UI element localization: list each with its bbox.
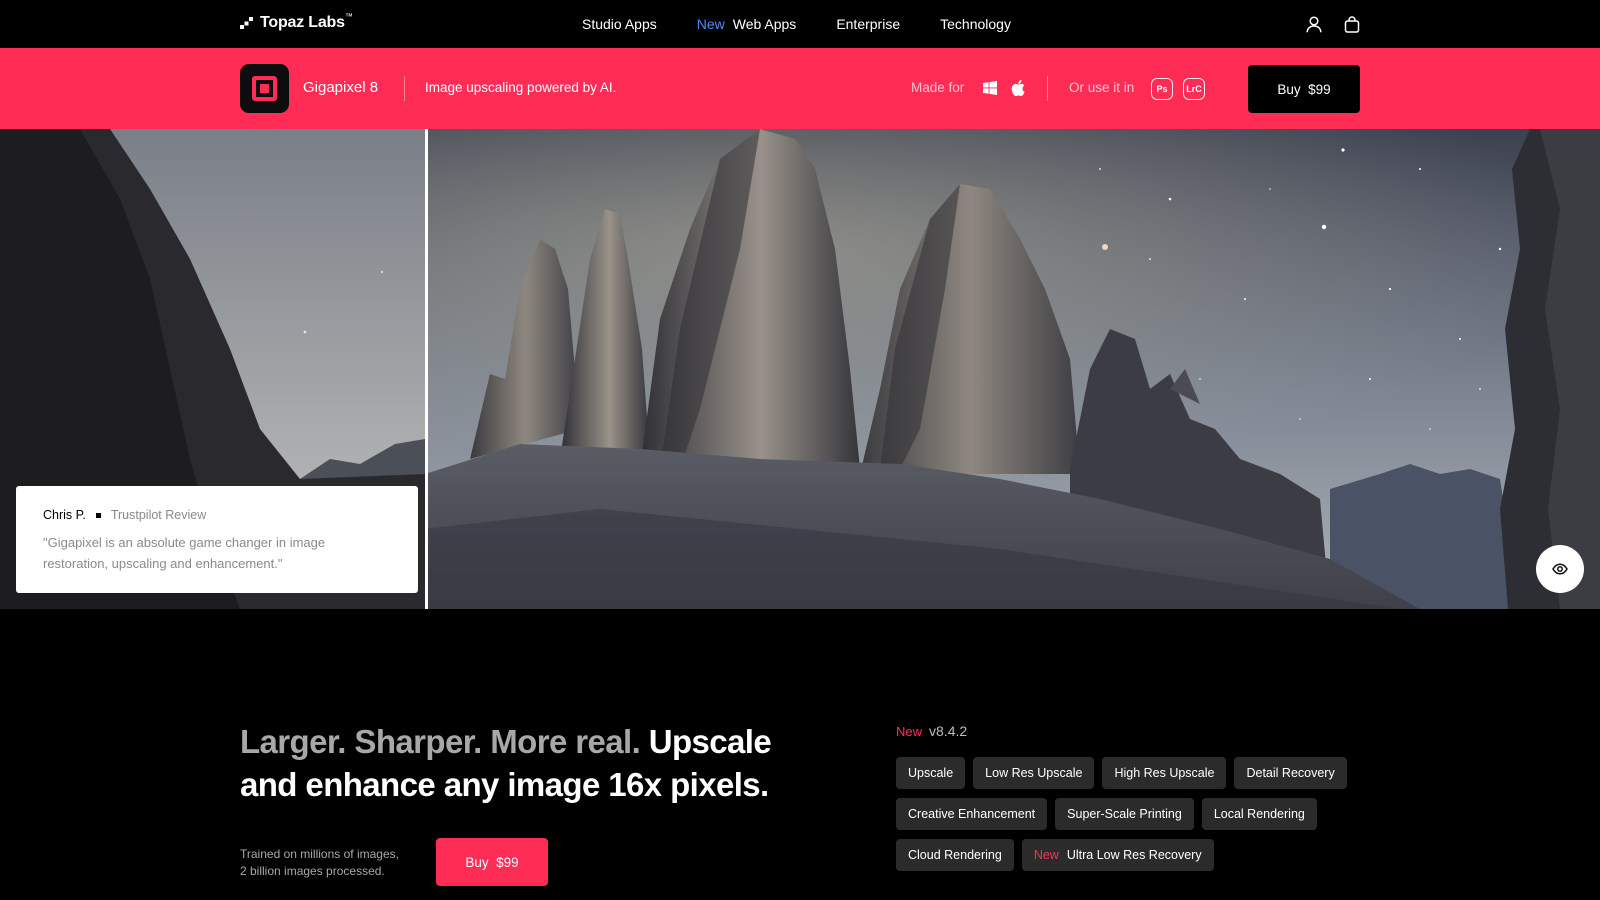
lightroom-plugin-icon[interactable]: LrC bbox=[1183, 78, 1205, 100]
nav-link-web-apps[interactable]: New Web Apps bbox=[697, 16, 797, 32]
toggle-preview-button[interactable] bbox=[1536, 545, 1584, 593]
feature-chip[interactable]: Local Rendering bbox=[1201, 798, 1317, 830]
review-source: Trustpilot Review bbox=[110, 508, 207, 522]
buy-button-top[interactable]: Buy $99 bbox=[1248, 65, 1360, 113]
made-for-label: Made for bbox=[911, 80, 965, 95]
account-actions bbox=[1306, 0, 1360, 48]
main-menu: Studio Apps New Web Apps Enterprise Techn… bbox=[582, 0, 1011, 48]
new-badge: New bbox=[696, 16, 725, 32]
logo-text: Topaz Labs™ bbox=[260, 12, 353, 31]
separator-dot bbox=[95, 512, 101, 518]
topaz-logo-icon bbox=[240, 16, 253, 29]
product-tagline: Image upscaling powered by AI. bbox=[425, 80, 617, 95]
training-stats: Trained on millions of images, 2 billion … bbox=[240, 847, 399, 878]
feature-chip[interactable]: New Ultra Low Res Recovery bbox=[1021, 839, 1214, 871]
divider bbox=[1047, 76, 1048, 101]
new-badge: New bbox=[896, 724, 923, 739]
version-info: New v8.4.2 bbox=[896, 723, 967, 739]
divider bbox=[404, 76, 405, 101]
headline-muted: Larger. Sharper. More real. bbox=[240, 723, 641, 760]
hero-comparison: Chris P. Trustpilot Review "Gigapixel is… bbox=[0, 129, 1600, 609]
feature-chip[interactable]: Upscale bbox=[896, 757, 966, 789]
comparison-slider-handle[interactable] bbox=[425, 129, 428, 609]
user-icon[interactable] bbox=[1306, 15, 1322, 33]
review-card: Chris P. Trustpilot Review "Gigapixel is… bbox=[16, 486, 418, 593]
nav-link-enterprise[interactable]: Enterprise bbox=[836, 16, 900, 32]
feature-chip[interactable]: Creative Enhancement bbox=[896, 798, 1048, 830]
new-badge: New bbox=[1033, 848, 1059, 862]
main-headline: Larger. Sharper. More real. Upscale and … bbox=[240, 720, 800, 806]
topaz-labs-logo[interactable]: Topaz Labs™ bbox=[240, 12, 353, 32]
gigapixel-app-icon bbox=[240, 64, 289, 113]
feature-chip[interactable]: High Res Upscale bbox=[1102, 757, 1227, 789]
review-quote: "Gigapixel is an absolute game changer i… bbox=[43, 535, 326, 571]
shopping-bag-icon[interactable] bbox=[1344, 15, 1360, 33]
feature-chip[interactable]: Super-Scale Printing bbox=[1055, 798, 1194, 830]
feature-chip[interactable]: Low Res Upscale bbox=[973, 757, 1095, 789]
photoshop-plugin-icon[interactable]: Ps bbox=[1151, 78, 1173, 100]
product-bar: Gigapixel 8 Image upscaling powered by A… bbox=[0, 48, 1600, 129]
use-in-label: Or use it in bbox=[1069, 80, 1135, 95]
nav-link-studio-apps[interactable]: Studio Apps bbox=[582, 16, 657, 32]
version-number: v8.4.2 bbox=[929, 723, 968, 739]
feature-chips: Upscale Low Res Upscale High Res Upscale… bbox=[896, 757, 1356, 871]
nav-link-technology[interactable]: Technology bbox=[940, 16, 1011, 32]
eye-icon bbox=[1552, 563, 1568, 575]
review-author: Chris P. bbox=[43, 508, 86, 522]
buy-button-main[interactable]: Buy $99 bbox=[436, 838, 548, 886]
product-name: Gigapixel 8 bbox=[303, 79, 379, 96]
windows-icon bbox=[983, 81, 997, 95]
apple-icon bbox=[1011, 80, 1025, 96]
feature-chip[interactable]: Detail Recovery bbox=[1234, 757, 1347, 789]
top-navigation: Topaz Labs™ Studio Apps New Web Apps Ente… bbox=[0, 0, 1600, 48]
feature-chip[interactable]: Cloud Rendering bbox=[896, 839, 1014, 871]
